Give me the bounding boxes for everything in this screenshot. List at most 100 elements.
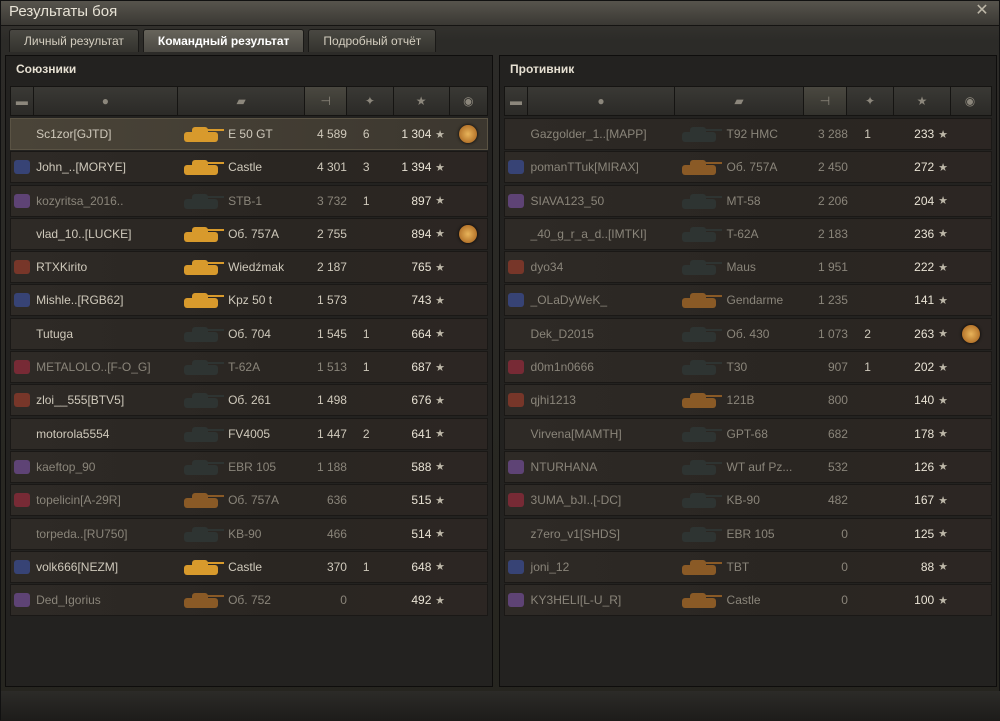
- player-icon[interactable]: ●: [528, 87, 675, 115]
- damage-icon[interactable]: ⊣: [305, 87, 348, 115]
- score-value: 648: [411, 559, 432, 574]
- kills-value: 6: [362, 127, 370, 141]
- table-row[interactable]: Dek_D2015 Об. 430 1 073 2 263 ★: [504, 317, 992, 350]
- score-value: 140: [914, 393, 935, 408]
- kills-value: 1: [362, 360, 370, 375]
- score-icon[interactable]: ★: [894, 87, 951, 115]
- platoon-icon[interactable]: ▬: [11, 87, 34, 115]
- table-row[interactable]: NTURHANA WT auf Pz... 532 126 ★: [504, 450, 992, 483]
- platoon-badge-icon: [11, 393, 32, 408]
- platoon-badge-icon: [11, 193, 32, 208]
- star-icon: ★: [435, 428, 445, 441]
- tank-name: TBT: [726, 559, 750, 574]
- tab-team-result[interactable]: Командный результат: [142, 29, 305, 52]
- score-value: 88: [920, 559, 935, 574]
- tank-silhouette-icon: [676, 253, 723, 281]
- kills-icon[interactable]: ✦: [847, 87, 894, 115]
- score-value: 514: [411, 526, 432, 541]
- table-row[interactable]: pomanTTuk[MIRAX] Об. 757А 2 450 272 ★: [504, 151, 992, 184]
- kills-icon[interactable]: ✦: [347, 87, 394, 115]
- tank-icon[interactable]: ▰: [178, 87, 306, 115]
- star-icon: ★: [435, 328, 445, 341]
- table-row[interactable]: Mishle..[RGB62] Kpz 50 t 1 573 743 ★: [10, 284, 488, 317]
- tank-name: Castle: [228, 160, 263, 175]
- damage-value: 3 732: [316, 193, 347, 208]
- tab-personal-result[interactable]: Личный результат: [9, 29, 139, 52]
- star-icon: ★: [435, 394, 445, 407]
- star-icon: ★: [435, 128, 445, 141]
- player-name: volk666[NEZM]: [36, 559, 119, 574]
- tank-name: Kpz 50 t: [228, 293, 273, 308]
- table-row[interactable]: Ded_Igorius Об. 752 0 492 ★: [10, 584, 488, 617]
- table-row[interactable]: volk666[NEZM] Castle 370 1 648 ★: [10, 550, 488, 583]
- tank-silhouette-icon: [178, 286, 225, 314]
- tab-detailed-report[interactable]: Подробный отчёт: [308, 29, 437, 52]
- damage-value: 0: [841, 559, 848, 574]
- table-row[interactable]: zloi__555[BTV5] Об. 261 1 498 676 ★: [10, 384, 488, 417]
- star-icon: ★: [938, 594, 948, 607]
- score-value: 641: [411, 426, 432, 441]
- table-row[interactable]: RTXKirito Wiedźmak 2 187 765 ★: [10, 251, 488, 284]
- platoon-badge-icon: [11, 559, 32, 574]
- tank-silhouette-icon: [676, 320, 723, 348]
- table-row[interactable]: Gazgolder_1..[MAPP] T92 HMC 3 288 1 233 ★: [504, 118, 992, 150]
- table-row[interactable]: vlad_10..[LUCKE] Об. 757А 2 755 894 ★: [10, 217, 488, 250]
- medal-icon[interactable]: [458, 125, 477, 143]
- table-row[interactable]: 3UMA_bJI..[-DC] KB-90 482 167 ★: [504, 484, 992, 517]
- platoon-icon[interactable]: ▬: [505, 87, 528, 115]
- tank-silhouette-icon: [676, 286, 723, 314]
- score-icon[interactable]: ★: [394, 87, 450, 115]
- table-row[interactable]: Tutuga Об. 704 1 545 1 664 ★: [10, 317, 488, 350]
- score-value: 272: [914, 160, 935, 175]
- damage-value: 800: [827, 393, 848, 408]
- tank-name: Wiedźmak: [228, 260, 285, 275]
- table-row[interactable]: SIAVA123_50 MT-58 2 206 204 ★: [504, 184, 992, 217]
- damage-value: 2 755: [316, 226, 347, 241]
- medal-icon[interactable]: ◉: [951, 87, 989, 115]
- damage-icon[interactable]: ⊣: [804, 87, 847, 115]
- allies-panel: Союзники ▬ ● ▰ ⊣ ✦ ★ ◉ Sc1zor[GJTD] E 50 …: [5, 55, 493, 687]
- table-row[interactable]: qjhi1213 121B 800 140 ★: [504, 384, 992, 417]
- platoon-badge-icon: [505, 527, 527, 541]
- table-row[interactable]: d0m1n0666 T30 907 1 202 ★: [504, 351, 992, 384]
- tank-silhouette-icon: [676, 386, 723, 414]
- score-value: 492: [411, 593, 432, 608]
- damage-value: 482: [827, 493, 848, 508]
- close-icon[interactable]: ✕: [973, 2, 991, 20]
- player-name: kaeftop_90: [36, 459, 96, 474]
- table-row[interactable]: motorola5554 FV4005 1 447 2 641 ★: [10, 417, 488, 450]
- kills-value: 1: [864, 127, 871, 141]
- table-row[interactable]: Virvena[MAMTH] GPT-68 682 178 ★: [504, 417, 992, 450]
- medal-icon[interactable]: [962, 324, 981, 343]
- player-name: Mishle..[RGB62]: [36, 293, 124, 308]
- score-value: 263: [914, 326, 935, 341]
- tank-name: Castle: [726, 593, 761, 608]
- player-icon[interactable]: ●: [34, 87, 179, 115]
- player-name: 3UMA_bJI..[-DC]: [530, 493, 622, 508]
- player-name: Ded_Igorius: [36, 593, 101, 608]
- table-row[interactable]: John_..[MORYE] Castle 4 301 3 1 394 ★: [10, 151, 488, 184]
- table-row[interactable]: dyo34 Maus 1 951 222 ★: [504, 251, 992, 284]
- tank-silhouette-icon: [676, 187, 723, 215]
- damage-value: 4 589: [316, 127, 347, 141]
- table-row[interactable]: _OLaDyWeK_ Gendarme 1 235 141 ★: [504, 284, 992, 317]
- tank-name: Maus: [726, 260, 756, 275]
- table-row[interactable]: KY3HELI[L-U_R] Castle 0 100 ★: [504, 584, 992, 617]
- damage-value: 1 188: [316, 459, 347, 474]
- table-row[interactable]: kozyritsa_2016.. STB-1 3 732 1 897 ★: [10, 184, 488, 217]
- table-row[interactable]: kaeftop_90 EBR 105 1 188 588 ★: [10, 450, 488, 483]
- medal-icon[interactable]: ◉: [450, 87, 487, 115]
- table-row[interactable]: METALOLO..[F-O_G] T-62A 1 513 1 687 ★: [10, 351, 488, 384]
- tank-silhouette-icon: [676, 453, 723, 481]
- player-name: kozyritsa_2016..: [36, 193, 124, 208]
- table-row[interactable]: joni_12 TBT 0 88 ★: [504, 550, 992, 583]
- medal-icon[interactable]: [458, 224, 477, 243]
- table-row[interactable]: torpeda..[RU750] KB-90 466 514 ★: [10, 517, 488, 550]
- player-name: dyo34: [530, 260, 564, 275]
- table-row[interactable]: topelicin[A-29R] Об. 757А 636 515 ★: [10, 484, 488, 517]
- table-row[interactable]: Sc1zor[GJTD] E 50 GT 4 589 6 1 304 ★: [10, 118, 488, 150]
- table-row[interactable]: z7ero_v1[SHDS] EBR 105 0 125 ★: [504, 517, 992, 550]
- star-icon: ★: [938, 161, 948, 174]
- table-row[interactable]: _40_g_r_a_d..[IMTKI] T-62A 2 183 236 ★: [504, 217, 992, 250]
- tank-icon[interactable]: ▰: [675, 87, 804, 115]
